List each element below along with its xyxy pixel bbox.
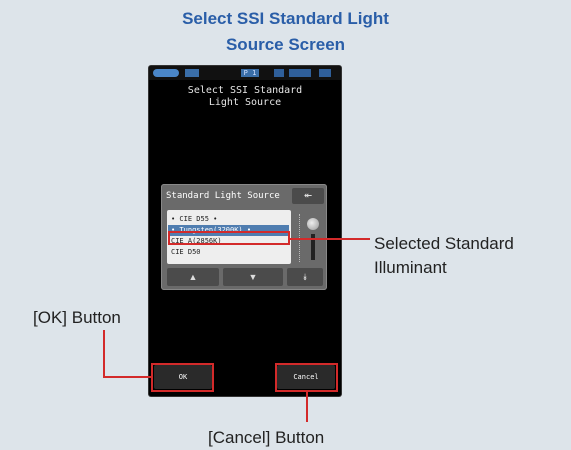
screen-title-line-1: Select SSI Standard	[187, 85, 303, 96]
callout-line-cancel	[306, 392, 308, 422]
list-item[interactable]: CIE D50	[171, 247, 201, 258]
screen-title: Select SSI Standard Light Source	[149, 85, 341, 109]
page-indicator: P 1	[241, 69, 259, 77]
status-icon	[274, 69, 284, 77]
ok-button-label: [OK] Button	[33, 308, 121, 327]
battery-icon	[153, 69, 179, 77]
list-item[interactable]: • CIE D55 •	[171, 214, 217, 225]
status-bar: P 1	[149, 66, 341, 80]
selected-illuminant-label-2: Illuminant	[374, 258, 447, 277]
scroll-down-button[interactable]: ▼	[223, 268, 283, 286]
dialog-title: Standard Light Source	[166, 191, 280, 201]
scroll-top-button[interactable]: ⯬	[292, 188, 324, 204]
lock-icon	[319, 69, 331, 77]
scroll-knob[interactable]	[307, 218, 319, 230]
screen-title-line-2: Light Source	[208, 97, 282, 108]
heading-line-2: Source Screen	[225, 35, 346, 54]
callout-line-selected	[290, 238, 370, 240]
selected-row-highlight	[168, 231, 290, 245]
callout-line-ok-vertical	[103, 330, 105, 377]
cancel-button-highlight	[275, 363, 338, 392]
callout-line-ok-horizontal	[103, 376, 151, 378]
scroll-bottom-button[interactable]: ⯯	[287, 268, 323, 286]
cancel-button-label: [Cancel] Button	[208, 428, 325, 447]
heading-line-1: Select SSI Standard Light	[182, 9, 389, 28]
memory-icon	[289, 69, 311, 77]
ok-button-highlight	[151, 363, 214, 392]
scroll-up-button[interactable]: ▲	[167, 268, 219, 286]
signal-icon	[185, 69, 199, 77]
selected-illuminant-label-1: Selected Standard	[374, 234, 514, 253]
